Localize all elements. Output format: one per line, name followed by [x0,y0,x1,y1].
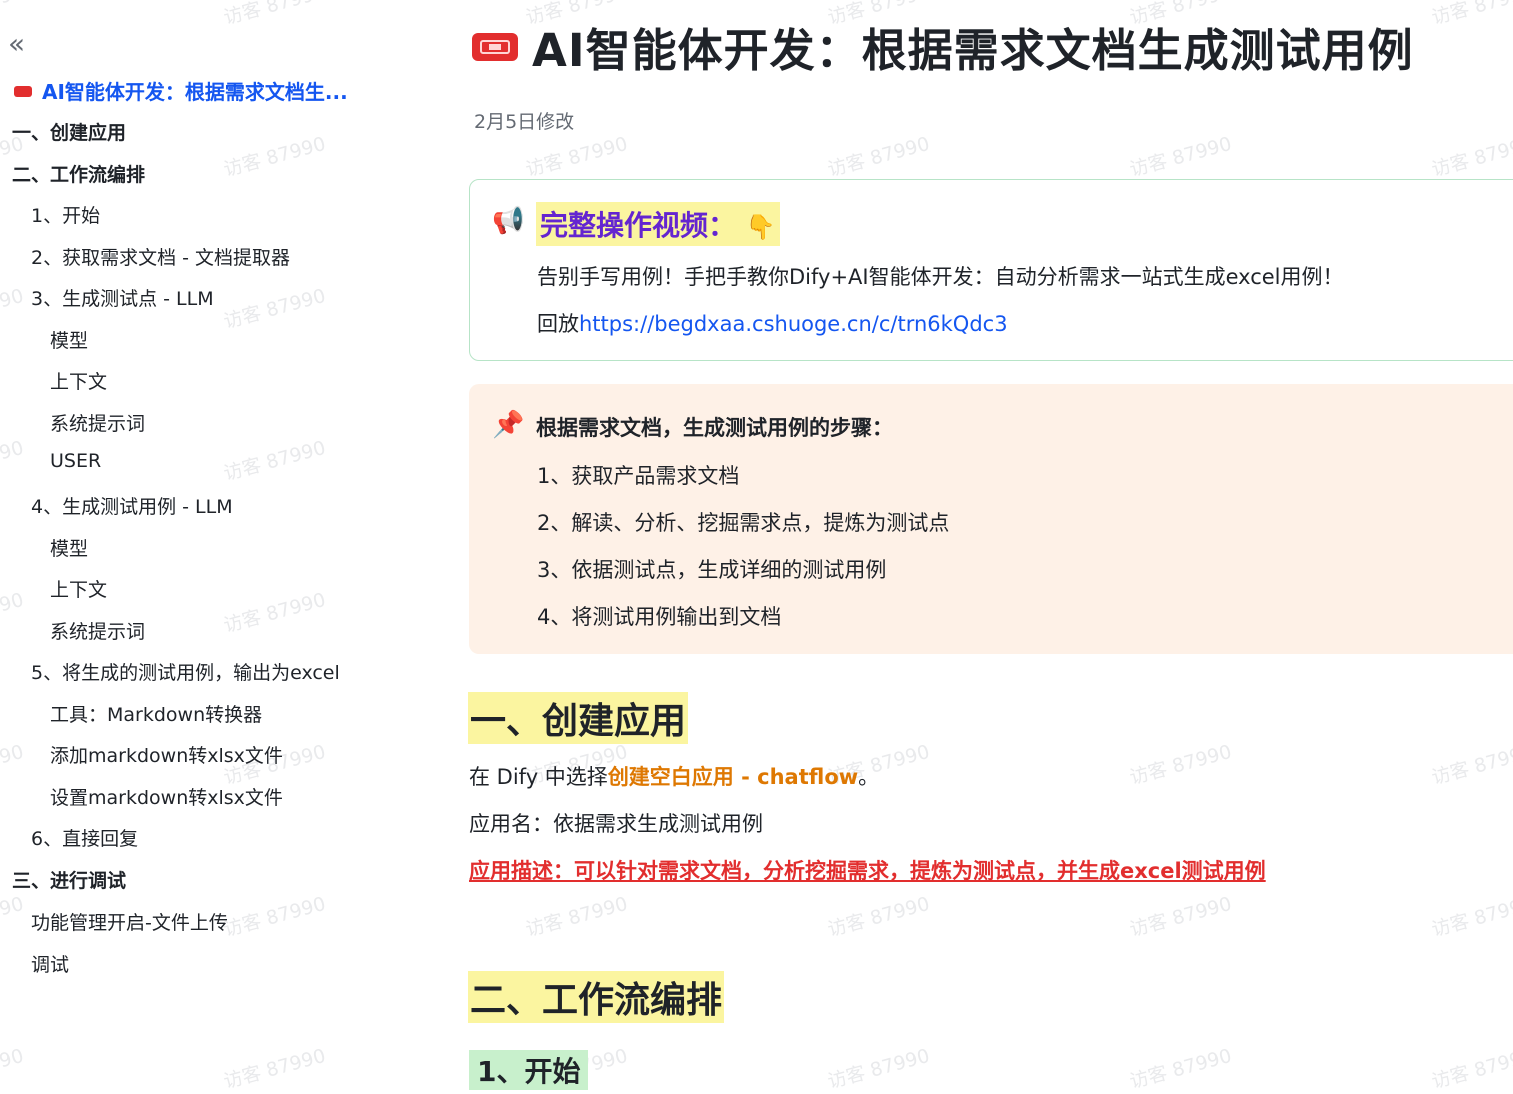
app-name-line: 应用名：依据需求生成测试用例 [469,812,763,836]
watermark-text: 访客 87990 [825,1044,932,1094]
toc-item-markdown-tool[interactable]: 工具：Markdown转换器 [50,700,262,727]
watermark-text: 访客 87990 [523,132,630,182]
watermark-text: 访客 87990 [1429,740,1513,790]
toc-item-add-md-xlsx[interactable]: 添加markdown转xlsx文件 [50,741,283,768]
toc-item-doc-extractor[interactable]: 2、获取需求文档 - 文档提取器 [31,243,290,270]
ticket-icon [14,86,32,97]
toc-item-model[interactable]: 模型 [50,326,88,353]
create-app-instruction: 在 Dify 中选择创建空白应用 - chatflow。 [469,765,880,789]
toc-item-start[interactable]: 1、开始 [31,201,100,228]
step-item: 3、依据测试点，生成详细的测试用例 [537,558,887,582]
watermark-text: 访客 87990 [1127,1044,1234,1094]
outline-sidebar: « AI智能体开发：根据需求文档生... 一、创建应用 二、工作流编排 1、开始… [0,0,400,1080]
replay-link[interactable]: https://begdxaa.cshuoge.cn/c/trn6kQdc3 [579,312,1008,336]
step-item: 1、获取产品需求文档 [537,464,740,488]
double-chevron-left-icon[interactable]: « [8,30,25,58]
toc-item-context[interactable]: 上下文 [50,367,107,394]
watermark-text: 访客 87990 [825,132,932,182]
toc-item-system-prompt[interactable]: 系统提示词 [50,409,145,436]
toc-item-gen-testpoints[interactable]: 3、生成测试点 - LLM [31,284,214,311]
watermark-text: 访客 87990 [825,892,932,942]
toc-item-file-upload[interactable]: 功能管理开启-文件上传 [31,908,228,935]
chatflow-highlight: 创建空白应用 - chatflow [607,765,859,789]
toc-item-output-excel[interactable]: 5、将生成的测试用例，输出为excel [31,658,340,685]
modified-time: 2月5日修改 [474,111,575,133]
step-item: 4、将测试用例输出到文档 [537,605,782,629]
page-title-row: AI智能体开发：根据需求文档生成测试用例 [472,14,1414,79]
toc-item-system-prompt[interactable]: 系统提示词 [50,617,145,644]
video-callout-title: 完整操作视频： 👇 [536,202,780,246]
video-callout-description: 告别手写用例！手把手教你Dify+AI智能体开发：自动分析需求一站式生成exce… [537,265,1344,289]
watermark-text: 访客 87990 [1127,132,1234,182]
app-description-line: 应用描述：可以针对需求文档，分析挖掘需求，提炼为测试点，并生成excel测试用例 [469,859,1266,883]
watermark-text: 访客 87990 [1127,740,1234,790]
megaphone-icon: 📢 [492,206,525,236]
toc-item-user[interactable]: USER [50,450,101,472]
watermark-text: 访客 87990 [523,892,630,942]
step-item: 2、解读、分析、挖掘需求点，提炼为测试点 [537,511,950,535]
toc-item-root[interactable]: AI智能体开发：根据需求文档生... [14,76,348,105]
toc-item-set-md-xlsx[interactable]: 设置markdown转xlsx文件 [50,783,283,810]
subsection-heading-start: 1、开始 [469,1050,589,1090]
toc-item-create-app[interactable]: 一、创建应用 [12,118,126,145]
section-heading-create-app: 一、创建应用 [468,692,689,744]
page-title: AI智能体开发：根据需求文档生成测试用例 [532,24,1414,77]
toc-item-debug[interactable]: 调试 [31,950,69,977]
watermark-text: 访客 87990 [1429,132,1513,182]
ticket-icon [472,32,518,61]
toc-item-context[interactable]: 上下文 [50,575,107,602]
pushpin-icon: 📌 [492,410,525,440]
toc-item-direct-reply[interactable]: 6、直接回复 [31,824,138,851]
toc-item-workflow[interactable]: 二、工作流编排 [12,160,145,187]
steps-callout-title: 根据需求文档，生成测试用例的步骤： [536,416,893,440]
pointing-down-icon: 👇 [745,213,776,241]
toc-item-debug-section[interactable]: 三、进行调试 [12,866,126,893]
replay-line: 回放https://begdxaa.cshuoge.cn/c/trn6kQdc3 [537,312,1008,336]
watermark-text: 访客 87990 [1429,0,1513,30]
watermark-text: 访客 87990 [1127,892,1234,942]
toc-item-model[interactable]: 模型 [50,534,88,561]
watermark-text: 访客 87990 [1429,892,1513,942]
section-heading-workflow: 二、工作流编排 [468,971,725,1023]
watermark-text: 访客 87990 [1429,1044,1513,1094]
toc-item-gen-testcases[interactable]: 4、生成测试用例 - LLM [31,492,233,519]
